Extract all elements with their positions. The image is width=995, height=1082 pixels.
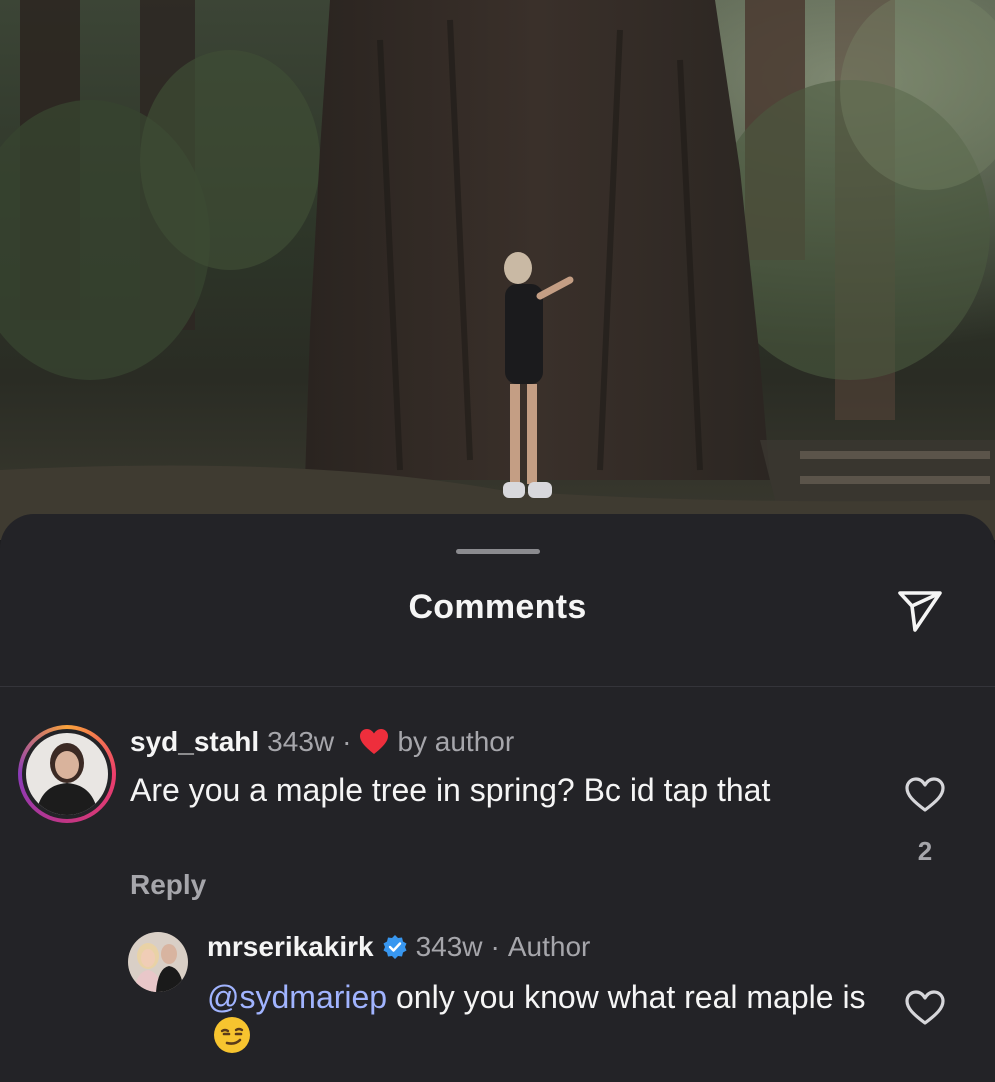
- like-button[interactable]: [901, 984, 949, 1032]
- meta-separator: ·: [490, 931, 500, 962]
- comment-age: 343w: [267, 726, 335, 757]
- sheet-title: Comments: [408, 588, 587, 626]
- comments-sheet: Comments syd_stahl 343w · by author Are …: [0, 514, 995, 1082]
- liked-by-author-label: by author: [397, 726, 515, 757]
- mention-link[interactable]: @sydmariep: [207, 979, 387, 1015]
- heart-outline-icon: [905, 990, 945, 1025]
- avatar: [26, 733, 108, 815]
- send-icon: [898, 591, 942, 632]
- comment-age: 343w: [415, 931, 483, 962]
- comment-text: Are you a maple tree in spring? Bc id ta…: [130, 772, 771, 808]
- comment-username[interactable]: mrserikakirk: [207, 931, 374, 963]
- divider: [0, 686, 995, 687]
- reply-text: only you know what real maple is: [395, 979, 866, 1015]
- verified-badge-icon: [383, 935, 407, 959]
- avatar-story-ring[interactable]: [18, 725, 116, 823]
- heart-filled-icon: [360, 729, 389, 754]
- meta-separator: ·: [342, 726, 352, 757]
- reply-item: mrserikakirk 343w · Author @sydmariep on…: [0, 924, 995, 1082]
- post-photo: [0, 0, 995, 540]
- comment-text: @sydmariep only you know what real maple…: [207, 978, 867, 1055]
- like-count: 2: [917, 836, 933, 866]
- comment-item: syd_stahl 343w · by author Are you a map…: [0, 717, 995, 927]
- reply-button[interactable]: Reply: [130, 869, 206, 901]
- smirking-face-emoji: [214, 1017, 250, 1053]
- sheet-grabber[interactable]: [456, 549, 540, 554]
- like-button[interactable]: [901, 771, 949, 819]
- send-button[interactable]: [891, 584, 949, 638]
- heart-outline-icon: [905, 777, 945, 812]
- forest-photo: [0, 0, 995, 540]
- author-badge: Author: [507, 931, 591, 962]
- avatar[interactable]: [128, 932, 188, 992]
- comment-username[interactable]: syd_stahl: [130, 726, 259, 758]
